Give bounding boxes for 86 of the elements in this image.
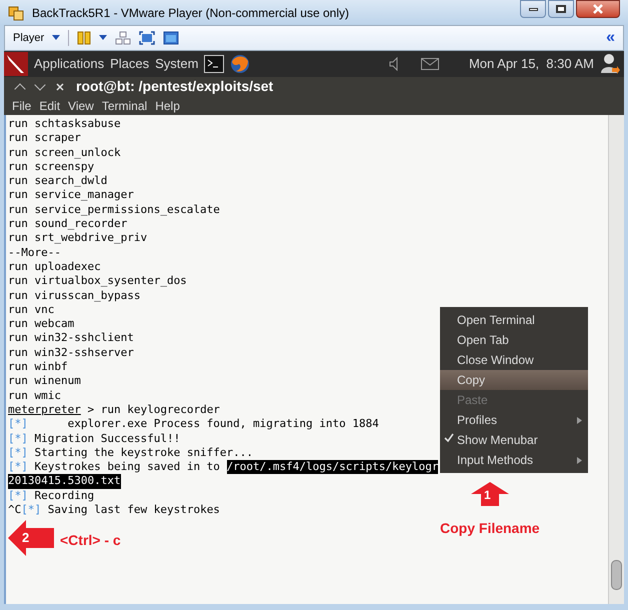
terminal-line: run win32-sshserver <box>8 346 134 360</box>
status-marker: [*] <box>8 488 28 504</box>
terminal-line: run vnc <box>8 302 54 318</box>
close-button[interactable] <box>576 0 620 18</box>
terminal-line: run schtasksabuse <box>8 117 121 132</box>
terminal-line: run scraper <box>8 131 81 146</box>
status-marker: [*] <box>8 417 28 432</box>
terminal-line: run uploadexec <box>8 260 101 274</box>
prompt: meterpreter <box>8 402 81 418</box>
step-number: 2 <box>22 531 30 544</box>
panel-menu[interactable]: Places <box>110 54 150 74</box>
terminal-line: run screen_unlock <box>8 146 121 160</box>
left-arrow <box>8 520 54 556</box>
terminal-line: run service_manager <box>8 188 134 203</box>
terminal-title: root@bt: /pentest/exploits/set <box>76 77 274 96</box>
status-marker: [*] <box>8 432 28 446</box>
submenu-arrow-icon <box>577 456 582 464</box>
terminal-line: run winbf <box>8 360 68 374</box>
panel-menu[interactable]: System <box>155 54 198 74</box>
status-marker: [*] <box>8 460 28 474</box>
annotation-label: Copy Filename <box>440 519 540 538</box>
player-menu-button[interactable]: Player <box>13 30 44 46</box>
terminal-line: run win32-sshclient <box>8 331 134 346</box>
collapse-button[interactable]: « <box>606 30 615 46</box>
terminal-line: Recording <box>33 488 94 504</box>
terminal-line: run virtualbox_sysenter_dos <box>8 274 187 289</box>
fullscreen-icon[interactable] <box>139 31 156 45</box>
network-icon[interactable] <box>115 31 132 45</box>
window-title: BackTrack5R1 - VMware Player (Non-commercial use only) <box>32 4 349 22</box>
terminal-line: explorer.exe Process found, migrating into 1884 <box>66 417 379 432</box>
submenu-arrow-icon <box>577 416 582 424</box>
check-icon <box>444 433 454 443</box>
menu-item[interactable]: Help <box>155 96 180 114</box>
up-arrow <box>471 482 509 506</box>
dragon-logo-icon[interactable] <box>4 52 28 76</box>
menu-item[interactable]: Copy <box>440 370 588 390</box>
menu-item[interactable]: View <box>68 96 94 114</box>
control-char: ^C <box>8 503 22 518</box>
close-icon[interactable] <box>56 82 64 90</box>
scrollbar[interactable] <box>608 115 624 604</box>
maximize-button[interactable] <box>548 0 574 18</box>
terminal-line: Saving last few keystrokes <box>46 503 220 518</box>
terminal-line: Keystrokes being saved in to <box>33 460 221 474</box>
step-number: 1 <box>484 489 491 501</box>
caret-icon[interactable] <box>99 35 108 41</box>
terminal-line: run search_dwld <box>8 174 108 188</box>
terminal-line: run screenspy <box>8 160 94 174</box>
terminal-line: --More-- <box>8 246 61 260</box>
terminal-line: run webcam <box>8 317 74 332</box>
user-icon[interactable] <box>600 53 620 75</box>
menu-item[interactable]: Close Window <box>440 350 588 370</box>
panel-menu[interactable]: Applications <box>34 54 104 74</box>
terminal-line: run wmic <box>8 388 61 403</box>
menu-item: Paste <box>456 392 489 409</box>
window-icon[interactable] <box>163 31 180 45</box>
minimize-button[interactable] <box>520 0 546 18</box>
terminal-line: run winenum <box>8 374 81 389</box>
status-marker: [*] <box>21 503 42 518</box>
mail-icon[interactable] <box>420 58 439 70</box>
selected-text: 20130415.5300.txt <box>8 474 121 489</box>
menu-item[interactable]: Edit <box>39 96 60 114</box>
terminal-line: run sound_recorder <box>8 217 128 232</box>
caret-icon[interactable] <box>52 35 60 41</box>
clock[interactable]: Mon Apr 15, 8:30 AM <box>468 54 594 74</box>
browser-icon[interactable] <box>230 54 250 74</box>
terminal-line: Starting the keystroke sniffer... <box>33 446 254 460</box>
menu-item[interactable]: Profiles <box>440 410 588 430</box>
terminal-icon[interactable] <box>204 55 224 73</box>
terminal-line: Migration Successful!! <box>33 432 180 446</box>
app-icon <box>8 4 24 20</box>
menu-item[interactable]: Show Menubar <box>440 430 588 450</box>
annotation-label: <Ctrl> - c <box>60 531 121 550</box>
terminal-line: run service_permissions_escalate <box>8 202 220 218</box>
pause-icon[interactable] <box>77 31 92 45</box>
menu-item[interactable]: Terminal <box>102 96 148 114</box>
terminal-line: run virusscan_bypass <box>8 288 140 303</box>
terminal-line: run srt_webdrive_priv <box>8 231 148 246</box>
status-marker: [*] <box>8 446 28 460</box>
menu-item[interactable]: Input Methods <box>440 450 588 470</box>
menu-item[interactable]: Open Tab <box>440 330 588 350</box>
scrollbar-thumb[interactable] <box>611 560 622 590</box>
close-icon <box>593 4 603 14</box>
speaker-icon[interactable] <box>388 57 399 71</box>
command-text: > run keylogrecorder <box>86 402 220 418</box>
menu-item[interactable]: Open Terminal <box>440 310 588 330</box>
menu-item[interactable]: File <box>12 96 32 114</box>
